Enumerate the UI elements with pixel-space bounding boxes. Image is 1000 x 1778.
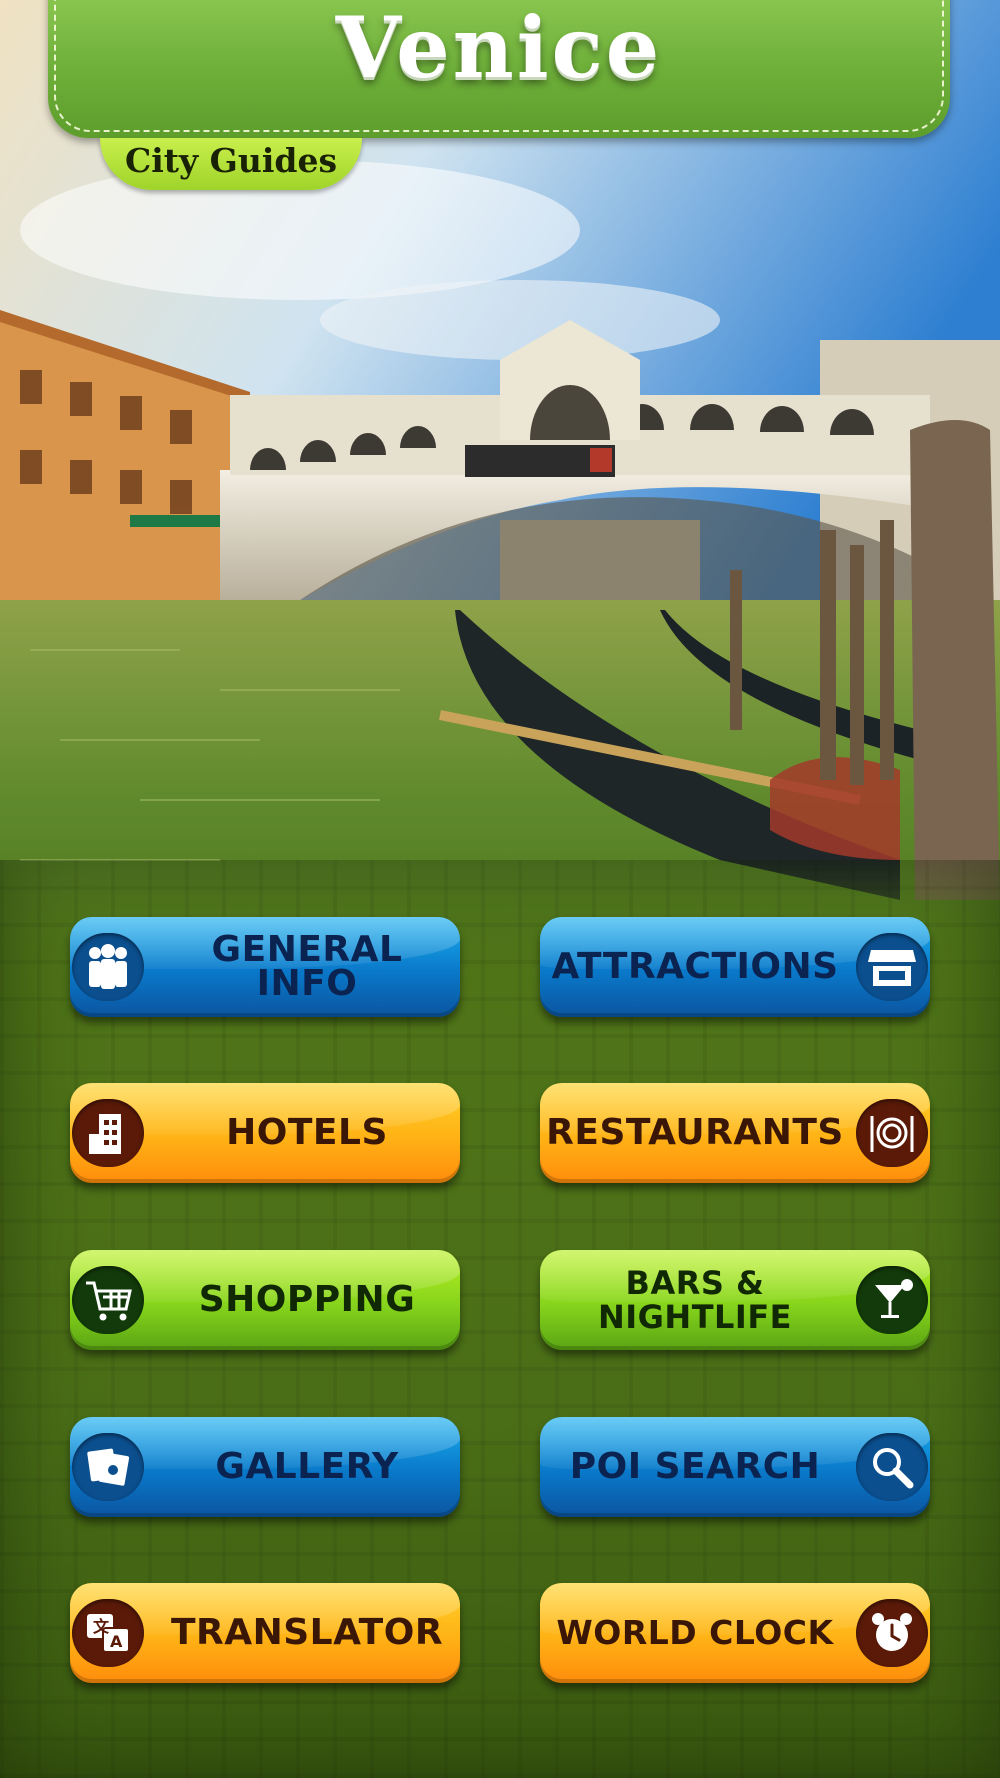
restaurants-label: RESTAURANTS bbox=[546, 1112, 844, 1153]
world-clock-button[interactable]: WORLD CLOCK bbox=[540, 1583, 930, 1683]
title-banner: Venice bbox=[48, 0, 950, 138]
poi-search-button[interactable]: POI SEARCH bbox=[540, 1417, 930, 1517]
subtitle-tab: City Guides bbox=[100, 138, 362, 190]
hotels-label: HOTELS bbox=[226, 1112, 388, 1153]
shopping-button[interactable]: SHOPPING bbox=[70, 1250, 460, 1350]
cart-icon bbox=[72, 1266, 144, 1334]
app-subtitle: City Guides bbox=[124, 141, 338, 180]
photos-icon bbox=[72, 1433, 144, 1501]
building-icon bbox=[72, 1099, 144, 1167]
gallery-label: GALLERY bbox=[215, 1446, 399, 1487]
attractions-button[interactable]: ATTRACTIONS bbox=[540, 917, 930, 1017]
bars-nightlife-button[interactable]: BARS & NIGHTLIFE bbox=[540, 1250, 930, 1350]
bars-nightlife-label: BARS & NIGHTLIFE bbox=[597, 1264, 793, 1336]
general-info-label: GENERAL INFO bbox=[211, 929, 403, 1004]
poi-search-label: POI SEARCH bbox=[569, 1446, 821, 1487]
svg-text:A: A bbox=[110, 1632, 123, 1651]
svg-text:文: 文 bbox=[93, 1617, 110, 1636]
cocktail-icon bbox=[856, 1266, 928, 1334]
translate-icon: 文 A bbox=[72, 1599, 144, 1667]
general-info-button[interactable]: GENERAL INFO bbox=[70, 917, 460, 1017]
translator-button[interactable]: 文 A TRANSLATOR bbox=[70, 1583, 460, 1683]
storefront-icon bbox=[856, 933, 928, 1001]
world-clock-label: WORLD CLOCK bbox=[556, 1613, 834, 1652]
magnifier-icon bbox=[856, 1433, 928, 1501]
hotels-button[interactable]: HOTELS bbox=[70, 1083, 460, 1183]
alarm-clock-icon bbox=[856, 1599, 928, 1667]
people-icon bbox=[72, 933, 144, 1001]
attractions-label: ATTRACTIONS bbox=[551, 946, 839, 987]
restaurants-button[interactable]: RESTAURANTS bbox=[540, 1083, 930, 1183]
plate-cutlery-icon bbox=[856, 1099, 928, 1167]
shopping-label: SHOPPING bbox=[198, 1279, 416, 1320]
gallery-button[interactable]: GALLERY bbox=[70, 1417, 460, 1517]
app-title: Venice bbox=[335, 0, 663, 97]
translator-label: TRANSLATOR bbox=[170, 1612, 444, 1653]
